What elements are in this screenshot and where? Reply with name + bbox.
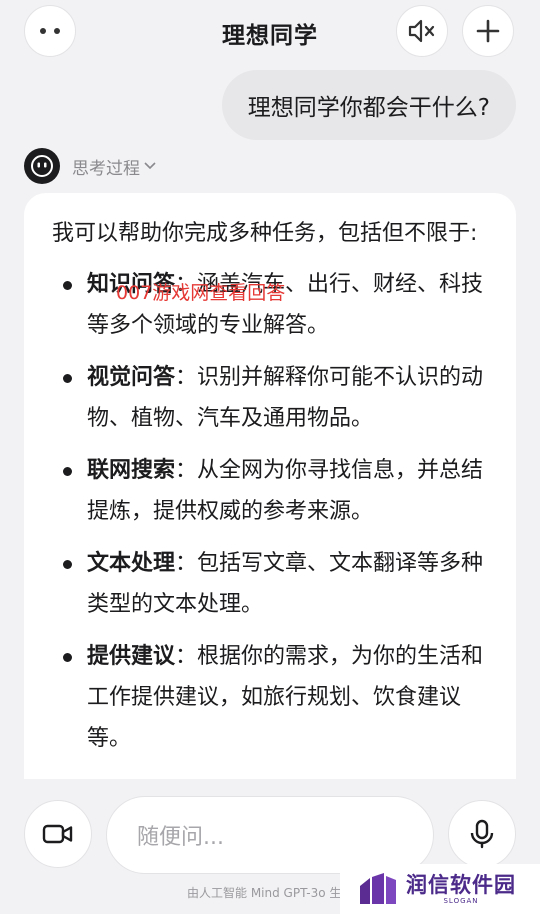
list-item: 提供建议：根据你的需求，为你的生活和工作提供建议，如旅行规划、饮食建议等。 bbox=[52, 636, 488, 759]
robot-face-icon bbox=[31, 155, 53, 177]
microphone-icon bbox=[470, 819, 494, 849]
item-title: 视觉问答 bbox=[87, 365, 176, 390]
brand-watermark: 润信软件园 SLOGAN bbox=[340, 864, 540, 914]
list-item: 知识问答：涵盖汽车、出行、财经、科技等多个领域的专业解答。 bbox=[52, 264, 488, 346]
input-placeholder: 随便问... bbox=[137, 825, 224, 850]
item-title: 文本处理 bbox=[87, 551, 176, 576]
list-item: 联网搜索：从全网为你寻找信息，并总结提炼，提供权威的参考来源。 bbox=[52, 450, 488, 532]
thinking-label: 思考过程 bbox=[72, 158, 140, 179]
brand-name: 润信软件园 bbox=[406, 873, 516, 897]
question-input[interactable]: 随便问... bbox=[106, 796, 434, 874]
voice-button[interactable] bbox=[448, 800, 516, 868]
mute-button[interactable] bbox=[396, 5, 448, 57]
ai-disclaimer: 由人工智能 Mind GPT-3o 生 bbox=[187, 886, 342, 900]
list-item: 视觉问答：识别并解释你可能不认识的动物、植物、汽车及通用物品。 bbox=[52, 357, 488, 439]
bullet-dot bbox=[63, 467, 72, 476]
brand-slogan: SLOGAN bbox=[443, 897, 479, 905]
answer-intro: 我可以帮助你完成多种任务，包括但不限于: bbox=[52, 221, 478, 246]
bullet-dot bbox=[63, 374, 72, 383]
assistant-avatar bbox=[24, 148, 60, 184]
user-message-bubble: 理想同学你都会干什么? bbox=[221, 70, 516, 140]
watermark-link[interactable]: 007游戏网查看回答 bbox=[116, 278, 285, 305]
video-camera-icon bbox=[42, 824, 73, 844]
item-title: 联网搜索 bbox=[87, 458, 176, 483]
plus-icon bbox=[476, 19, 500, 43]
bullet-dot bbox=[63, 653, 72, 662]
add-button[interactable] bbox=[462, 5, 514, 57]
bullet-dot bbox=[63, 560, 72, 569]
chevron-down-icon bbox=[144, 162, 156, 170]
user-message-text: 理想同学你都会干什么? bbox=[247, 95, 490, 121]
thinking-toggle[interactable]: 思考过程 bbox=[24, 148, 157, 184]
bullet-dot bbox=[63, 281, 72, 290]
speaker-muted-icon bbox=[408, 19, 435, 43]
video-button[interactable] bbox=[24, 800, 92, 868]
capability-list: 知识问答：涵盖汽车、出行、财经、科技等多个领域的专业解答。 视觉问答：识别并解释… bbox=[52, 264, 488, 759]
list-item: 文本处理：包括写文章、文本翻译等多种类型的文本处理。 bbox=[52, 543, 488, 625]
page-title: 理想同学 bbox=[222, 23, 318, 49]
brand-logo-icon bbox=[360, 873, 396, 904]
item-title: 提供建议 bbox=[87, 644, 176, 669]
